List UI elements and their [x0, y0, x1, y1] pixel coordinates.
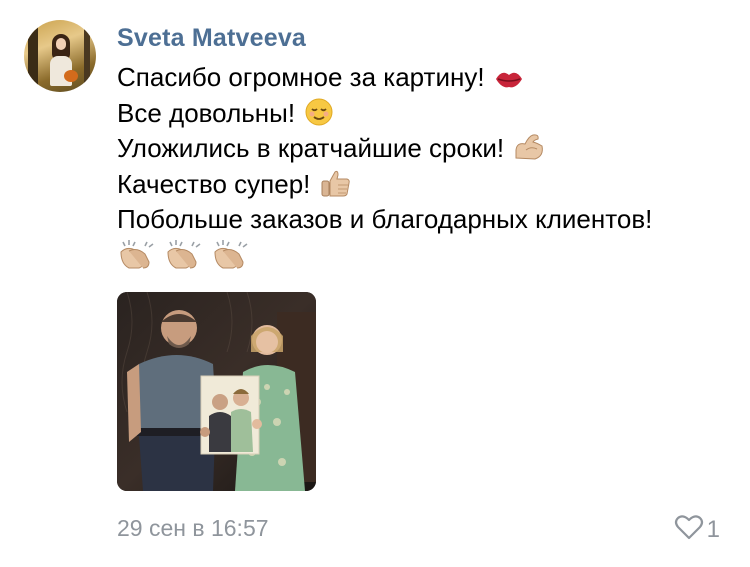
comment: Sveta Matveeva Спасибо огромное за карти…	[0, 0, 750, 567]
comment-timestamp: 29 сен в 16:57	[117, 515, 269, 541]
flexed-biceps-icon	[513, 132, 545, 172]
avatar-tree	[28, 20, 38, 92]
lips-icon	[494, 65, 524, 101]
heart-icon	[674, 514, 704, 545]
like-count: 1	[706, 515, 720, 543]
avatar-figure-face	[56, 38, 66, 50]
clapping-hands-icon	[117, 238, 155, 280]
comment-line: Качество супер!	[117, 167, 737, 203]
like-button[interactable]: 1	[674, 514, 720, 545]
avatar[interactable]	[24, 20, 96, 92]
comment-line-text: Все довольны!	[117, 97, 296, 128]
author-name[interactable]: Sveta Matveeva	[117, 24, 306, 53]
comment-line-text: Уложились в кратчайшие сроки!	[117, 133, 505, 163]
clapping-hands-icon	[211, 238, 249, 280]
photo-illustration	[117, 292, 316, 491]
attached-photo[interactable]	[117, 292, 316, 491]
avatar-tree	[84, 20, 90, 92]
comment-line-text: Спасибо огромное за картину!	[117, 62, 485, 92]
comment-line: Все довольны!	[117, 96, 737, 132]
avatar-leaves	[64, 70, 78, 82]
comment-line-text: Качество супер!	[117, 168, 311, 199]
comment-line: Побольше заказов и благодарных клиентов!	[117, 202, 737, 238]
clapping-hands-icon	[164, 238, 202, 280]
clap-row	[117, 238, 737, 274]
comment-line: Уложились в кратчайшие сроки!	[117, 131, 737, 167]
comment-text: Спасибо огромное за картину! Все довольн…	[117, 60, 737, 273]
comment-line-text: Побольше заказов и благодарных клиентов!	[117, 204, 653, 234]
comment-line: Спасибо огромное за картину!	[117, 60, 737, 96]
